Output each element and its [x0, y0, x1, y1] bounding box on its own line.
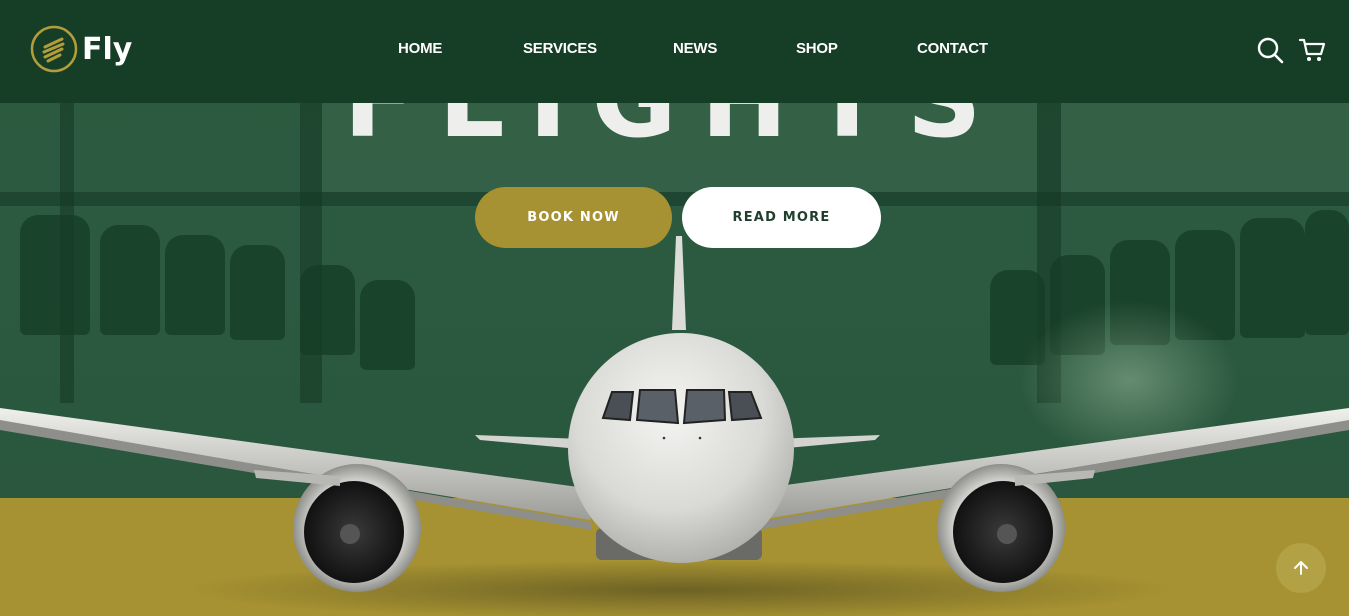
- back-to-top-button[interactable]: [1276, 543, 1326, 593]
- nav-item-contact[interactable]: CONTACT: [917, 40, 988, 57]
- main-nav: HOME SERVICES NEWS SHOP CONTACT: [0, 40, 1349, 60]
- cart-icon[interactable]: [1298, 36, 1326, 64]
- nav-item-services[interactable]: SERVICES: [523, 40, 597, 57]
- search-icon[interactable]: [1256, 36, 1284, 64]
- airplane-image: [0, 236, 1349, 592]
- page: FLIGHTS BOOK NOW READ MORE: [0, 0, 1349, 616]
- site-header: Fly HOME SERVICES NEWS SHOP CONTACT: [0, 0, 1349, 103]
- nav-item-news[interactable]: NEWS: [673, 40, 717, 57]
- nav-item-home[interactable]: HOME: [398, 40, 442, 57]
- window-transom: [0, 192, 1349, 206]
- nav-item-shop[interactable]: SHOP: [796, 40, 838, 57]
- arrow-up-icon: [1294, 561, 1308, 575]
